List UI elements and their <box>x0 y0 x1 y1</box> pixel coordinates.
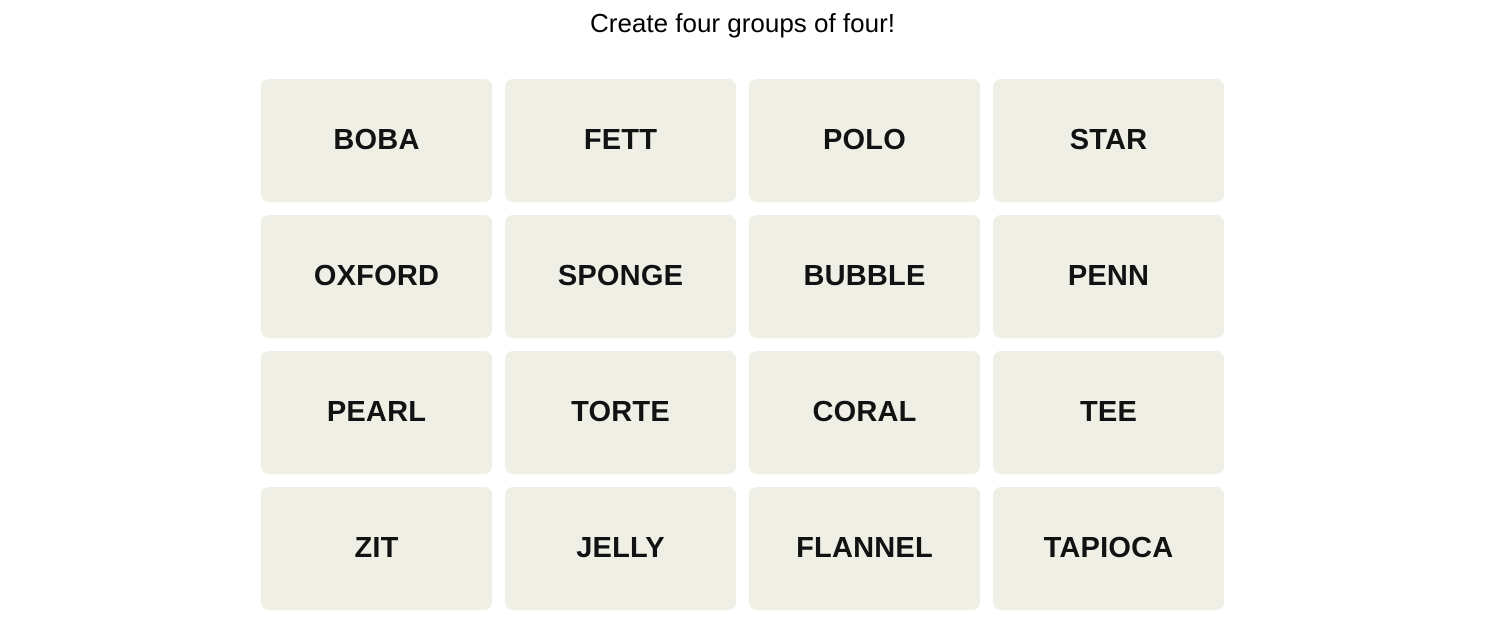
word-tile[interactable]: POLO <box>749 79 980 202</box>
word-tile[interactable]: TEE <box>993 351 1224 474</box>
word-tile[interactable]: JELLY <box>505 487 736 610</box>
word-tile[interactable]: TORTE <box>505 351 736 474</box>
instruction-text: Create four groups of four! <box>590 8 895 38</box>
word-tile[interactable]: TAPIOCA <box>993 487 1224 610</box>
word-tile[interactable]: OXFORD <box>261 215 492 338</box>
word-tile[interactable]: CORAL <box>749 351 980 474</box>
word-tile[interactable]: FLANNEL <box>749 487 980 610</box>
word-tile[interactable]: BUBBLE <box>749 215 980 338</box>
word-tile[interactable]: PENN <box>993 215 1224 338</box>
word-tile[interactable]: SPONGE <box>505 215 736 338</box>
word-tile[interactable]: STAR <box>993 79 1224 202</box>
word-tile[interactable]: BOBA <box>261 79 492 202</box>
word-tile[interactable]: PEARL <box>261 351 492 474</box>
word-tile[interactable]: FETT <box>505 79 736 202</box>
word-grid: BOBA FETT POLO STAR OXFORD SPONGE BUBBLE… <box>261 79 1224 610</box>
word-tile[interactable]: ZIT <box>261 487 492 610</box>
